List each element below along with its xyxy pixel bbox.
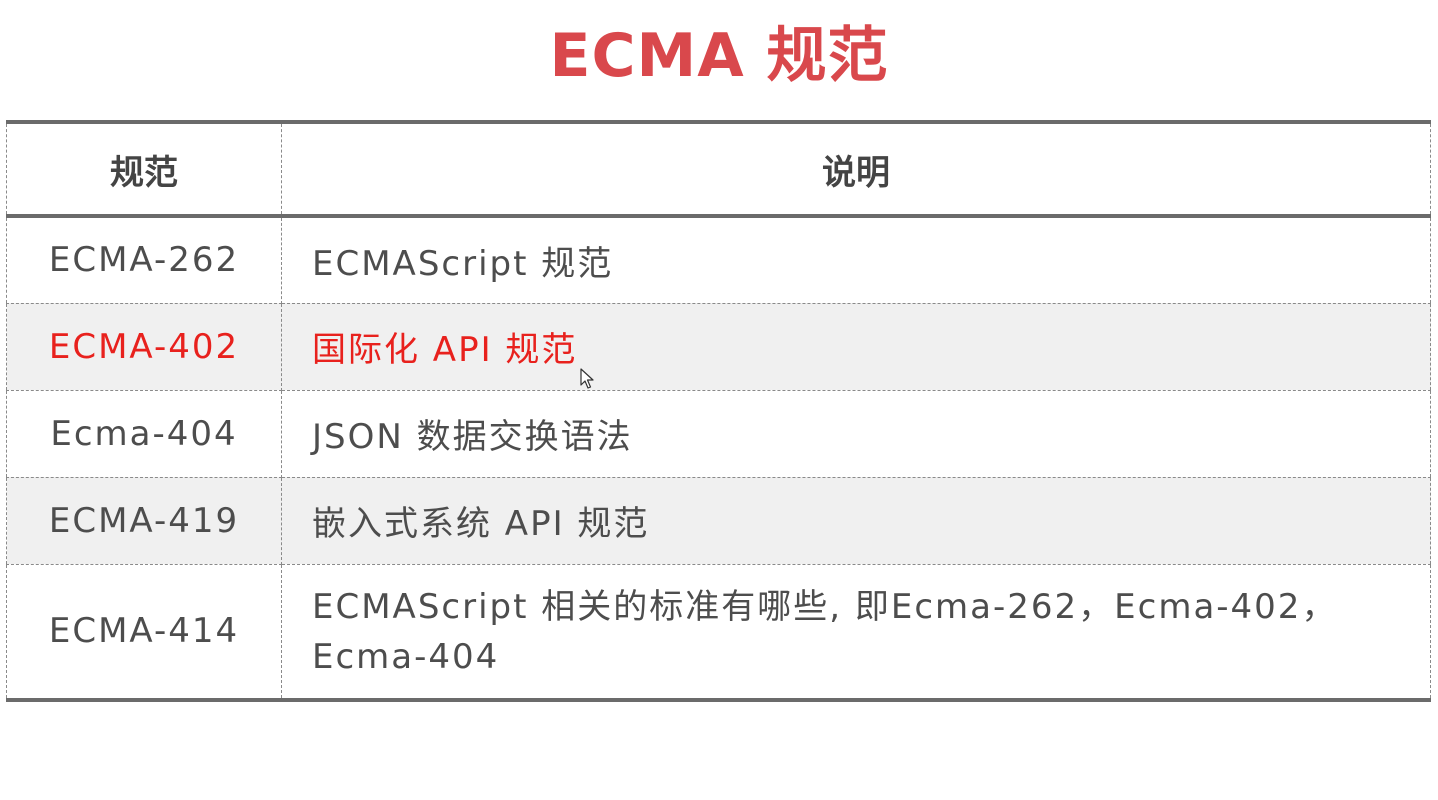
spec-code-cell: ECMA-414 bbox=[6, 564, 282, 700]
table-row: ECMA-262 ECMAScript 规范 bbox=[6, 216, 1431, 304]
page-title: ECMA 规范 bbox=[549, 21, 889, 91]
spec-description-cell: ECMAScript 相关的标准有哪些, 即Ecma-262，Ecma-402，… bbox=[312, 587, 1338, 678]
spec-description-cell: ECMAScript 规范 bbox=[281, 216, 1431, 304]
slide: ECMA 规范 规范 说明 ECMA-262 ECMAScript 规范 ECM… bbox=[0, 0, 1438, 800]
spec-description-cell: 嵌入式系统 API 规范 bbox=[281, 477, 1431, 565]
table-header-row: 规范 说明 bbox=[6, 122, 1431, 218]
column-header-description: 说明 bbox=[281, 122, 1431, 218]
spec-code-cell: Ecma-404 bbox=[6, 390, 282, 478]
spec-code-cell: ECMA-419 bbox=[6, 477, 282, 565]
spec-table: 规范 说明 ECMA-262 ECMAScript 规范 ECMA-402 国际… bbox=[6, 120, 1431, 702]
spec-code-cell: ECMA-262 bbox=[6, 216, 282, 304]
spec-description-cell: 国际化 API 规范 bbox=[281, 303, 1431, 391]
table-row-highlighted: ECMA-402 国际化 API 规范 bbox=[6, 303, 1431, 391]
table-row: ECMA-419 嵌入式系统 API 规范 bbox=[6, 477, 1431, 565]
spec-description-cell: JSON 数据交换语法 bbox=[281, 390, 1431, 478]
spec-code-cell: ECMA-402 bbox=[6, 303, 282, 391]
column-header-spec: 规范 bbox=[6, 122, 282, 218]
mouse-pointer-icon bbox=[580, 368, 594, 389]
table-row: ECMA-414 ECMAScript 相关的标准有哪些, 即Ecma-262，… bbox=[6, 564, 1431, 700]
table-row: Ecma-404 JSON 数据交换语法 bbox=[6, 390, 1431, 478]
